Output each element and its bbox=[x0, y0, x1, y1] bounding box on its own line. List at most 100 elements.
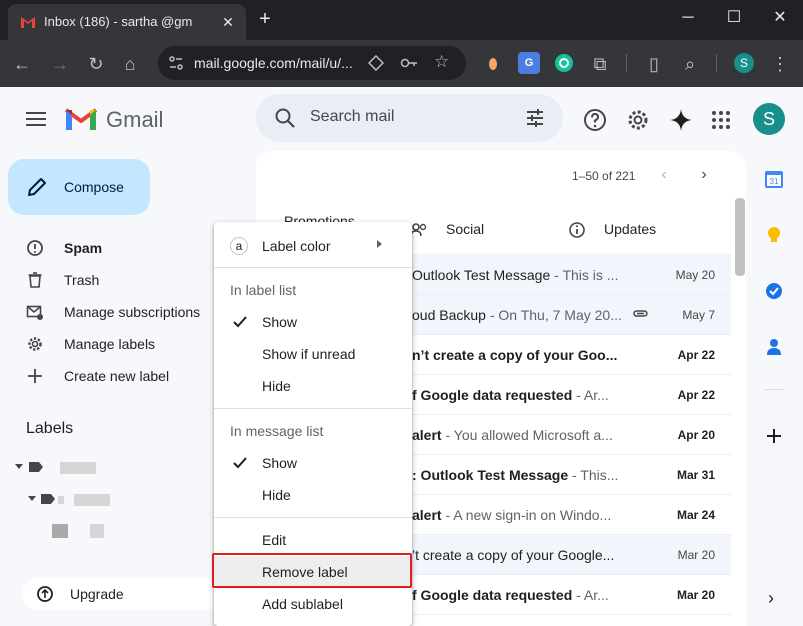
email-subject: n’t create a copy of your Goo... bbox=[412, 347, 618, 363]
site-info-icon[interactable] bbox=[168, 55, 184, 71]
expand-caret-icon[interactable] bbox=[15, 464, 23, 469]
password-key-icon[interactable] bbox=[400, 55, 418, 71]
redacted-label[interactable] bbox=[60, 462, 96, 474]
sidebar-item-manage-subscriptions[interactable]: Manage subscriptions bbox=[0, 296, 240, 328]
extension-one-icon[interactable] bbox=[482, 52, 504, 74]
email-date: Apr 20 bbox=[677, 428, 715, 442]
back-icon[interactable]: ← bbox=[10, 52, 34, 76]
sidebar-item-create-new-label[interactable]: Create new label bbox=[0, 360, 240, 392]
menu-item-message-list-show[interactable]: Show bbox=[214, 447, 412, 479]
apps-grid-icon[interactable] bbox=[708, 107, 734, 133]
labels-heading: Labels bbox=[26, 420, 74, 437]
upgrade-button[interactable]: Upgrade bbox=[22, 578, 222, 610]
reload-icon[interactable]: ↻ bbox=[84, 52, 108, 76]
reading-list-icon[interactable]: ▯ bbox=[642, 52, 666, 76]
browser-toolbar: ← → ↻ ⌂ mail.google.com/mail/u/... ☆ G ⧉… bbox=[0, 40, 803, 87]
email-row-text: alert - You allowed Microsoft a... bbox=[412, 427, 642, 443]
new-tab-button[interactable]: + bbox=[254, 8, 276, 30]
email-row-text: Outlook Test Message - This is ... bbox=[412, 267, 642, 283]
tab-label: Updates bbox=[604, 221, 657, 237]
email-snippet: - This is ... bbox=[550, 267, 619, 283]
bookmark-star-icon[interactable]: ☆ bbox=[434, 52, 449, 72]
email-subject: : Outlook Test Message bbox=[412, 467, 569, 483]
maximize-icon[interactable]: ☐ bbox=[724, 8, 744, 28]
email-subject: f Google data requested bbox=[412, 387, 573, 403]
settings-gear-icon[interactable] bbox=[625, 107, 651, 133]
redacted-label bbox=[90, 524, 104, 538]
mail-list-scrollbar[interactable] bbox=[735, 198, 745, 276]
menu-item-message-list-hide[interactable]: Hide bbox=[214, 479, 412, 511]
subscriptions-icon bbox=[26, 305, 43, 320]
tab-social[interactable]: Social bbox=[410, 211, 530, 251]
search-options-icon[interactable] bbox=[524, 107, 546, 129]
email-snippet: - A new sign-in on Windo... bbox=[441, 507, 612, 523]
install-app-icon[interactable] bbox=[368, 55, 384, 71]
browser-menu-icon[interactable]: ⋮ bbox=[768, 52, 792, 76]
sidebar-item-trash[interactable]: Trash bbox=[0, 264, 240, 296]
search-input[interactable] bbox=[310, 108, 510, 126]
forward-icon[interactable]: → bbox=[48, 52, 72, 76]
extensions-puzzle-icon[interactable]: ⧉ bbox=[588, 52, 612, 76]
redacted-label bbox=[52, 524, 68, 538]
upgrade-label: Upgrade bbox=[70, 586, 124, 602]
plus-icon bbox=[28, 369, 42, 383]
expand-caret-icon[interactable] bbox=[28, 496, 36, 501]
browser-profile-avatar[interactable]: S bbox=[734, 53, 754, 73]
menu-item-show-if-unread[interactable]: Show if unread bbox=[214, 338, 412, 370]
redacted-label[interactable] bbox=[74, 494, 110, 506]
help-icon[interactable] bbox=[582, 107, 608, 133]
menu-item-label: Show bbox=[262, 314, 298, 330]
home-icon[interactable]: ⌂ bbox=[118, 52, 142, 76]
menu-item-label-list-hide[interactable]: Hide bbox=[214, 370, 412, 402]
tasks-icon[interactable] bbox=[764, 281, 784, 301]
menu-item-label-color[interactable]: a Label color bbox=[214, 230, 412, 262]
email-snippet: - This... bbox=[568, 467, 619, 483]
compose-button[interactable]: Compose bbox=[8, 159, 150, 215]
email-row-text: alert - A new sign-in on Windo... bbox=[412, 507, 642, 523]
tab-close-icon[interactable]: ✕ bbox=[218, 12, 238, 32]
grammarly-extension-icon[interactable] bbox=[553, 52, 575, 74]
email-subject: alert bbox=[412, 427, 442, 443]
translate-extension-icon[interactable]: G bbox=[518, 52, 540, 74]
svg-text:31: 31 bbox=[770, 177, 779, 186]
menu-divider bbox=[214, 267, 412, 268]
gemini-sparkle-icon[interactable] bbox=[668, 107, 694, 133]
lens-search-icon[interactable]: ⌕ bbox=[678, 52, 702, 76]
main-menu-icon[interactable] bbox=[24, 108, 48, 132]
email-row-text: ’t create a copy of your Google... bbox=[412, 547, 642, 563]
email-row-text: f Google data requested - Ar... bbox=[412, 587, 642, 603]
menu-divider bbox=[214, 408, 412, 409]
minimize-icon[interactable]: ─ bbox=[678, 8, 698, 28]
email-snippet: - On Thu, 7 May 20... bbox=[485, 307, 622, 323]
get-addons-plus-icon[interactable] bbox=[764, 426, 784, 446]
browser-tab[interactable]: Inbox (186) - sartha @gm ✕ bbox=[8, 4, 246, 40]
email-date: Mar 20 bbox=[677, 548, 715, 562]
expand-side-panel-icon[interactable]: › bbox=[768, 588, 774, 609]
gmail-logo[interactable] bbox=[64, 106, 98, 132]
menu-item-edit[interactable]: Edit bbox=[214, 524, 412, 556]
newer-page-icon[interactable]: ‹ bbox=[654, 165, 674, 185]
menu-item-label: Add sublabel bbox=[262, 596, 343, 612]
calendar-icon[interactable]: 31 bbox=[764, 169, 784, 189]
email-row-text: f Google data requested - Ar... bbox=[412, 387, 642, 403]
window-close-icon[interactable]: ✕ bbox=[770, 8, 790, 28]
email-snippet: - You allowed Microsoft a... bbox=[441, 427, 613, 443]
keep-icon[interactable] bbox=[764, 225, 784, 245]
sidebar-item-label: Create new label bbox=[64, 368, 170, 384]
search-icon[interactable] bbox=[274, 107, 296, 129]
menu-item-add-sublabel[interactable]: Add sublabel bbox=[214, 588, 412, 620]
email-subject: oud Backup bbox=[412, 307, 486, 323]
menu-item-label: Hide bbox=[262, 487, 291, 503]
email-subject: alert bbox=[412, 507, 442, 523]
sidebar-item-spam[interactable]: Spam bbox=[0, 232, 240, 264]
account-avatar[interactable]: S bbox=[753, 103, 785, 135]
older-page-icon[interactable]: › bbox=[694, 165, 714, 185]
search-bar[interactable] bbox=[256, 94, 563, 142]
tab-updates[interactable]: Updates bbox=[568, 211, 708, 251]
address-bar[interactable]: mail.google.com/mail/u/... ☆ bbox=[158, 46, 466, 80]
menu-item-label: Show if unread bbox=[262, 346, 356, 362]
menu-item-label-list-show[interactable]: Show bbox=[214, 306, 412, 338]
checkmark-icon bbox=[233, 457, 247, 469]
sidebar-item-manage-labels[interactable]: Manage labels bbox=[0, 328, 240, 360]
contacts-icon[interactable] bbox=[764, 337, 784, 357]
